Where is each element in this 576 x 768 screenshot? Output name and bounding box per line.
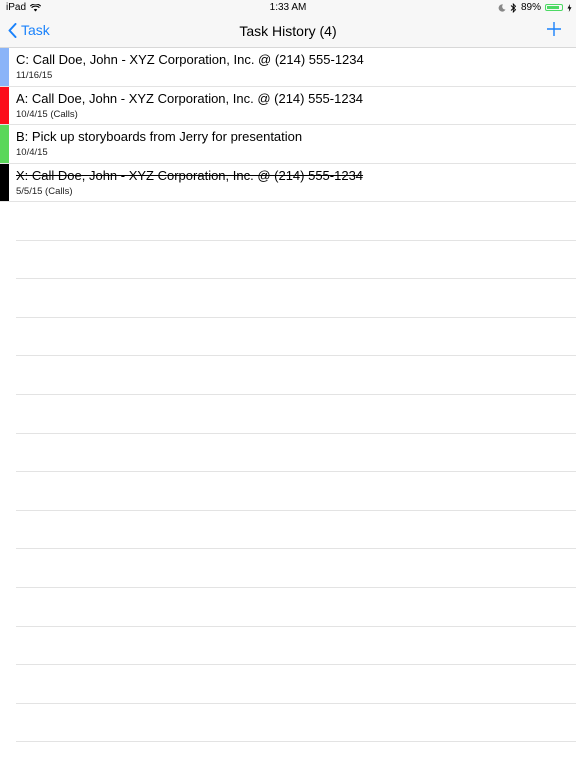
battery-icon (545, 4, 563, 11)
task-title: C: Call Doe, John - XYZ Corporation, Inc… (16, 52, 364, 67)
empty-row-separator (16, 549, 576, 588)
navigation-bar: Task Task History (4) (0, 16, 576, 48)
priority-color-bar (0, 125, 9, 163)
empty-row-separator (16, 395, 576, 434)
empty-row-separator (16, 434, 576, 473)
empty-row-separator (16, 704, 576, 743)
priority-color-bar (0, 48, 9, 86)
task-row[interactable]: B: Pick up storyboards from Jerry for pr… (0, 125, 576, 164)
task-date: 11/16/15 (16, 70, 53, 81)
plus-icon (547, 22, 561, 36)
empty-row-separator (16, 202, 576, 241)
priority-color-bar (0, 163, 9, 202)
task-date: 10/4/15 (Calls) (16, 108, 78, 120)
add-task-button[interactable] (546, 21, 562, 42)
page-title: Task History (4) (239, 23, 337, 39)
moon-icon (498, 3, 506, 12)
empty-row-separator (16, 511, 576, 550)
empty-row-separator (16, 472, 576, 511)
task-row[interactable]: C: Call Doe, John - XYZ Corporation, Inc… (0, 48, 576, 87)
empty-row-separator (16, 588, 576, 627)
status-time: 1:33 AM (269, 2, 307, 13)
empty-row-separator (16, 356, 576, 395)
task-date: 5/5/15 (Calls) (16, 185, 73, 197)
bluetooth-icon (510, 2, 517, 13)
status-bar: iPad 1:33 AM 89% (0, 0, 576, 16)
task-row[interactable]: A: Call Doe, John - XYZ Corporation, Inc… (0, 86, 576, 126)
empty-row-separator (16, 318, 576, 357)
task-row[interactable]: X: Call Doe, John - XYZ Corporation, Inc… (0, 163, 576, 203)
task-title: A: Call Doe, John - XYZ Corporation, Inc… (16, 90, 364, 106)
empty-row-separator (16, 665, 576, 704)
empty-row-separator (16, 279, 576, 318)
battery-percent: 89% (520, 2, 541, 13)
task-title: B: Pick up storyboards from Jerry for pr… (16, 129, 303, 145)
status-right: 89% (498, 2, 572, 13)
empty-table-rows (16, 202, 576, 743)
task-list: C: Call Doe, John - XYZ Corporation, Inc… (0, 48, 576, 203)
empty-row-separator (16, 627, 576, 666)
charging-icon (567, 3, 572, 12)
task-date: 10/4/15 (16, 147, 48, 159)
task-title: X: Call Doe, John - XYZ Corporation, Inc… (16, 167, 364, 183)
empty-row-separator (16, 241, 576, 280)
priority-color-bar (0, 86, 9, 125)
battery-fill (547, 6, 560, 9)
